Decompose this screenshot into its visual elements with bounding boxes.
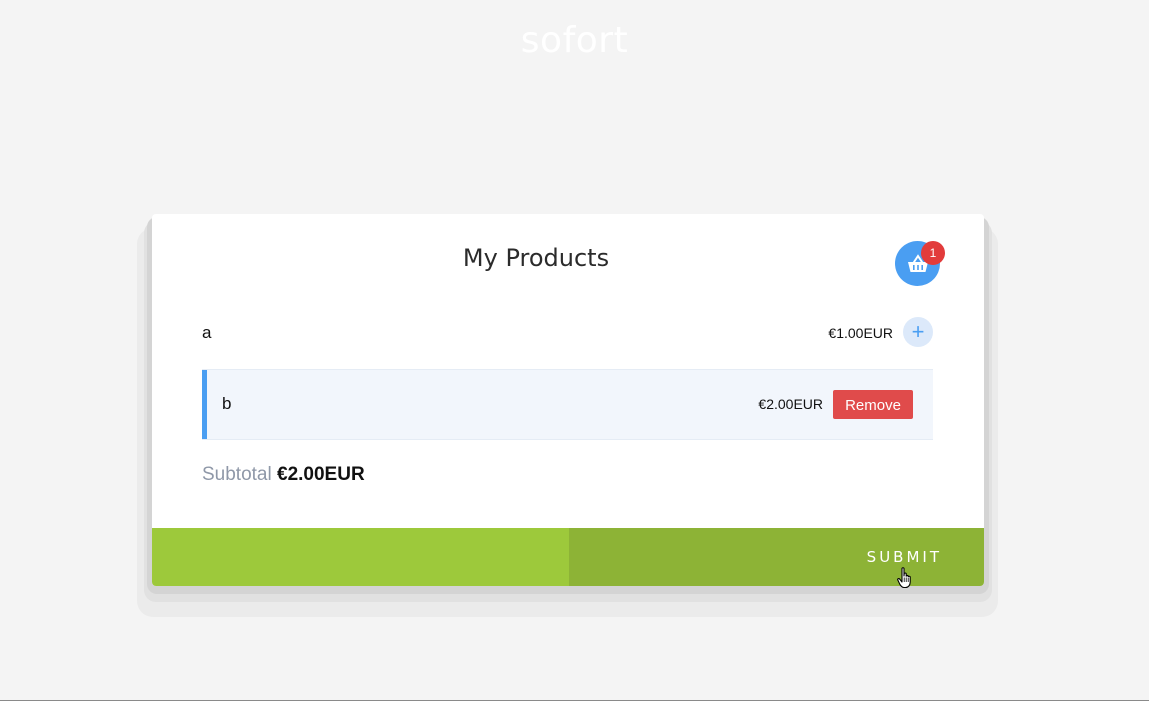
hand-cursor-icon bbox=[897, 567, 911, 589]
footer-left-panel bbox=[152, 528, 569, 586]
product-price: €1.00EUR bbox=[828, 325, 893, 341]
subtotal-label: Subtotal bbox=[202, 464, 272, 485]
product-row-a: a €1.00EUR + bbox=[202, 313, 933, 353]
product-price: €2.00EUR bbox=[758, 396, 823, 412]
card-title: My Products bbox=[462, 244, 610, 272]
submit-button[interactable]: SUBMIT bbox=[569, 528, 984, 586]
add-to-cart-button[interactable]: + bbox=[903, 317, 933, 347]
subtotal: Subtotal €2.00EUR bbox=[202, 464, 365, 486]
product-name: a bbox=[202, 323, 212, 342]
product-row-b-selected: b €2.00EUR Remove bbox=[202, 369, 933, 440]
cart-count-badge: 1 bbox=[921, 241, 945, 265]
remove-button[interactable]: Remove bbox=[833, 390, 913, 419]
selected-indicator bbox=[202, 370, 207, 439]
submit-label: SUBMIT bbox=[866, 548, 942, 566]
subtotal-value: €2.00EUR bbox=[277, 464, 365, 485]
products-card: My Products 1 a €1.00EUR + b €2.00EUR Re… bbox=[152, 214, 984, 586]
brand-logo: sofort bbox=[520, 20, 629, 61]
card-footer: SUBMIT bbox=[152, 528, 984, 586]
product-name: b bbox=[222, 394, 232, 413]
